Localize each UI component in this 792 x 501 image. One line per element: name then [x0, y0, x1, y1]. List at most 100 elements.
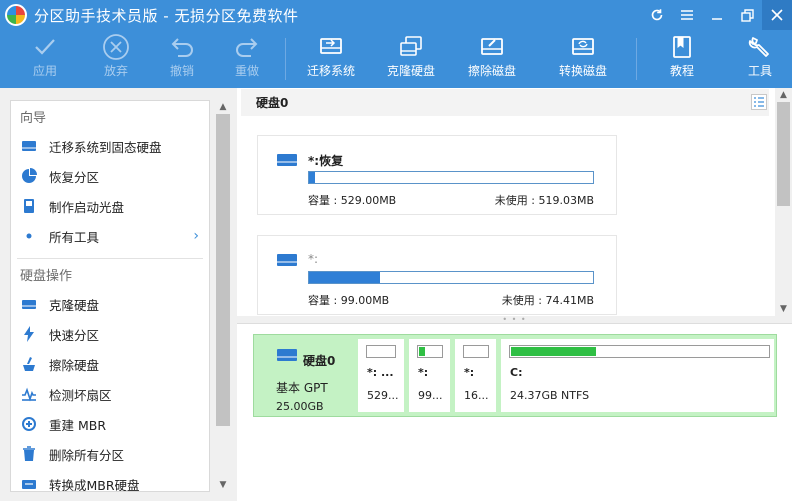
quick-partition-icon [21, 326, 37, 342]
title-bar: 分区助手技术员版 - 无损分区免费软件 [0, 0, 792, 30]
bootable-disc-icon [21, 198, 37, 214]
disk-name: 硬盘0 [303, 354, 336, 368]
tutorial-button[interactable]: 教程 [666, 30, 698, 88]
close-icon[interactable] [762, 0, 792, 30]
toolbar: 应用 放弃 撤销 重做 迁移系统 克隆硬盘 擦除磁盘 转换磁盘 教程 工具 [0, 30, 792, 88]
partition-block-label: *: [418, 366, 429, 379]
sidebar-item-bad-sector[interactable]: 检测坏扇区 [11, 379, 209, 409]
sidebar-item-label: 重建 MBR [49, 417, 107, 433]
sidebar-item-delete-all-partitions[interactable]: 删除所有分区 [11, 439, 209, 469]
partition-disk-icon [276, 252, 298, 271]
sidebar-item-clone-disk[interactable]: 克隆硬盘 [11, 289, 209, 319]
partition-usage-bar [308, 171, 594, 184]
window-controls [642, 0, 792, 30]
disk-info: 硬盘0 基本 GPT 25.00GB [254, 335, 354, 416]
disk-size: 25.00GB [276, 400, 324, 413]
partition-card[interactable]: *: 容量 : 99.00MB 未使用 : 74.41MB [257, 235, 617, 315]
sidebar-scrollbar[interactable]: ▲ ▼ [214, 100, 232, 492]
clone-disk-icon [398, 30, 424, 64]
window-title: 分区助手技术员版 - 无损分区免费软件 [34, 6, 299, 25]
view-toggle-icon[interactable] [751, 94, 767, 110]
disk-type: 基本 GPT [276, 381, 328, 395]
sidebar: 向导 迁移系统到固态硬盘 恢复分区 制作启动光盘 所有工具 › 硬盘操作 克隆硬… [10, 100, 210, 492]
wipe-disk-icon [479, 30, 505, 64]
ssd-migrate-icon [21, 138, 37, 154]
convert-disk-button[interactable]: 转换磁盘 [558, 30, 608, 88]
partition-block-size: 16... [464, 389, 489, 402]
rebuild-mbr-icon [21, 416, 37, 432]
sidebar-item-convert-mbr[interactable]: 转换成MBR硬盘 [11, 469, 209, 492]
migrate-os-button[interactable]: 迁移系统 [306, 30, 356, 88]
partition-list-panel: 硬盘0 *:恢复 容量 : 529.00MB 未使用 : 519.03MB *:… [237, 88, 792, 316]
wrench-icon [747, 30, 773, 64]
partition-block[interactable]: C: 24.37GB NTFS [501, 339, 774, 412]
sidebar-item-label: 删除所有分区 [49, 447, 125, 463]
partition-block-label: *: [464, 366, 475, 379]
partition-block[interactable]: *: ... 529... [358, 339, 404, 412]
usage-fill [419, 347, 425, 356]
wipe-disk-icon [21, 356, 37, 372]
bad-sector-icon [21, 386, 37, 402]
partition-capacity: 容量 : 529.00MB [308, 194, 397, 207]
disk-header: 硬盘0 [241, 89, 769, 116]
menu-icon[interactable] [672, 0, 702, 30]
refresh-icon[interactable] [642, 0, 672, 30]
book-icon [670, 30, 694, 64]
section-divider [17, 251, 203, 259]
sidebar-item-bootable-disc[interactable]: 制作启动光盘 [11, 191, 209, 221]
disk-icon [276, 349, 298, 366]
scroll-up-arrow-icon[interactable]: ▲ [775, 88, 792, 102]
tools-button[interactable]: 工具 [744, 30, 776, 88]
redo-icon [234, 30, 260, 64]
usage-fill [309, 172, 315, 183]
sidebar-item-label: 恢复分区 [49, 169, 100, 185]
wipe-disk-button[interactable]: 擦除磁盘 [467, 30, 517, 88]
scrollbar-thumb[interactable] [216, 114, 230, 426]
sidebar-item-label: 转换成MBR硬盘 [49, 477, 140, 492]
sidebar-item-wipe-disk[interactable]: 擦除硬盘 [11, 349, 209, 379]
minimize-icon[interactable] [702, 0, 732, 30]
partition-block-bar [463, 345, 489, 358]
sidebar-item-label: 克隆硬盘 [49, 297, 100, 313]
partition-disk-icon [276, 152, 298, 171]
partition-capacity: 容量 : 99.00MB [308, 294, 390, 307]
sidebar-item-quick-partition[interactable]: 快速分区 [11, 319, 209, 349]
disk-map[interactable]: 硬盘0 基本 GPT 25.00GB *: ... 529... *: 99..… [253, 334, 777, 417]
maximize-icon[interactable] [732, 0, 762, 30]
sidebar-item-migrate-ssd[interactable]: 迁移系统到固态硬盘 [11, 131, 209, 161]
scroll-up-arrow-icon[interactable]: ▲ [214, 100, 232, 114]
partition-block[interactable]: *: 16... [455, 339, 496, 412]
panel-splitter[interactable]: • • • [237, 315, 792, 324]
clone-disk-button[interactable]: 克隆硬盘 [386, 30, 436, 88]
migrate-os-icon [318, 30, 344, 64]
redo-button[interactable]: 重做 [230, 30, 264, 88]
partition-name: *:恢复 [308, 154, 344, 168]
chevron-right-icon: › [193, 228, 199, 244]
scrollbar-thumb[interactable] [777, 102, 790, 206]
sidebar-item-label: 迁移系统到固态硬盘 [49, 139, 162, 155]
sidebar-item-restore-partition[interactable]: 恢复分区 [11, 161, 209, 191]
partition-card[interactable]: *:恢复 容量 : 529.00MB 未使用 : 519.03MB [257, 135, 617, 215]
partition-block[interactable]: *: 99... [409, 339, 450, 412]
sidebar-item-all-tools[interactable]: 所有工具 › [11, 221, 209, 251]
apply-button[interactable]: 应用 [28, 30, 62, 88]
sidebar-item-label: 检测坏扇区 [49, 387, 112, 403]
sidebar-item-label: 制作启动光盘 [49, 199, 125, 215]
discard-button[interactable]: 放弃 [99, 30, 133, 88]
usage-fill [309, 272, 380, 283]
partition-free: 未使用 : 74.41MB [501, 294, 594, 307]
convert-mbr-icon [21, 476, 37, 491]
cancel-circle-icon [102, 30, 130, 64]
clone-disk-icon [21, 296, 37, 312]
app-logo-icon [5, 4, 27, 26]
scroll-down-arrow-icon[interactable]: ▼ [214, 478, 232, 492]
sidebar-item-label: 快速分区 [49, 327, 100, 343]
sidebar-item-rebuild-mbr[interactable]: 重建 MBR [11, 409, 209, 439]
scroll-down-arrow-icon[interactable]: ▼ [775, 302, 792, 316]
partition-block-bar [509, 345, 770, 358]
undo-button[interactable]: 撤销 [165, 30, 199, 88]
partition-block-bar [417, 345, 443, 358]
sidebar-item-label: 所有工具 [49, 229, 100, 245]
partition-list-scrollbar[interactable]: ▲ ▼ [775, 88, 792, 316]
trash-icon [21, 446, 37, 462]
